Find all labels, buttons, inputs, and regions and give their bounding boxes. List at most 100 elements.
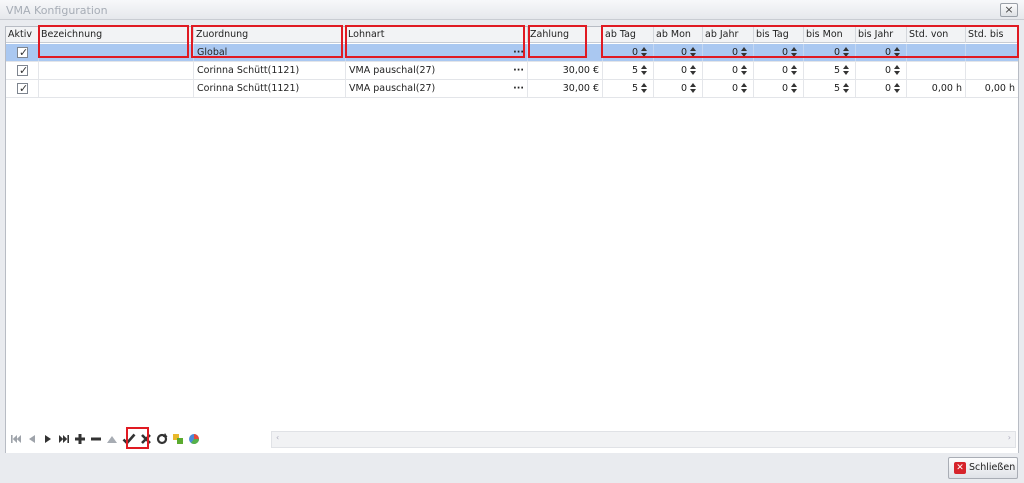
active-checkbox[interactable] <box>17 44 28 61</box>
std-bis-cell[interactable] <box>966 62 1018 79</box>
lohnart-cell[interactable]: VMA pauschal(27) ··· <box>346 80 528 97</box>
prev-icon[interactable] <box>26 433 38 445</box>
col-ab-tag[interactable]: ab Tag <box>603 27 654 43</box>
lohnart-cell[interactable]: VMA pauschal(27) ··· <box>346 62 528 79</box>
ab-tag-cell[interactable]: 5 <box>603 80 654 97</box>
std-bis-cell[interactable] <box>966 44 1018 61</box>
bis-tag-cell[interactable]: 0 <box>754 44 804 61</box>
bis-mon-value: 5 <box>833 83 840 94</box>
lohnart-cell[interactable]: ··· <box>346 44 528 61</box>
edit-icon[interactable] <box>106 433 118 445</box>
spinner-icon[interactable] <box>690 47 697 58</box>
col-zuordnung[interactable]: Zuordnung <box>194 27 346 43</box>
active-checkbox[interactable] <box>17 80 28 97</box>
last-icon[interactable] <box>58 433 70 445</box>
zahlung-cell[interactable] <box>528 44 603 61</box>
close-button[interactable]: ✕ Schließen <box>948 457 1018 479</box>
bis-mon-cell[interactable]: 5 <box>804 62 856 79</box>
horizontal-scrollbar[interactable]: ‹ › <box>271 431 1016 448</box>
zuordnung-cell[interactable]: Corinna Schütt(1121) <box>194 80 346 97</box>
std-von-cell[interactable] <box>907 62 966 79</box>
spinner-icon[interactable] <box>843 65 850 76</box>
ab-jahr-cell[interactable]: 0 <box>703 80 754 97</box>
col-bezeichnung[interactable]: Bezeichnung <box>39 27 194 43</box>
remove-icon[interactable] <box>90 433 102 445</box>
ab-mon-cell[interactable]: 0 <box>654 62 703 79</box>
bis-mon-cell[interactable]: 0 <box>804 44 856 61</box>
ab-tag-cell[interactable]: 0 <box>603 44 654 61</box>
copy-icon[interactable] <box>172 433 184 445</box>
ellipsis-icon[interactable]: ··· <box>513 62 524 79</box>
spinner-icon[interactable] <box>641 65 648 76</box>
col-bis-jahr[interactable]: bis Jahr <box>856 27 907 43</box>
col-zahlung[interactable]: Zahlung <box>528 27 603 43</box>
window-close-button[interactable]: × <box>1000 3 1018 17</box>
std-bis-cell[interactable]: 0,00 h <box>966 80 1018 97</box>
bezeichnung-cell[interactable] <box>39 62 194 79</box>
col-bis-tag[interactable]: bis Tag <box>754 27 804 43</box>
bis-tag-cell[interactable]: 0 <box>754 80 804 97</box>
col-std-bis[interactable]: Std. bis <box>966 27 1018 43</box>
spinner-icon[interactable] <box>741 65 748 76</box>
scroll-left-icon[interactable]: ‹ <box>276 433 279 442</box>
aktiv-cell[interactable] <box>6 44 39 61</box>
col-std-von[interactable]: Std. von <box>907 27 966 43</box>
spinner-icon[interactable] <box>843 47 850 58</box>
bezeichnung-cell[interactable] <box>39 80 194 97</box>
spinner-icon[interactable] <box>791 65 798 76</box>
col-ab-jahr[interactable]: ab Jahr <box>703 27 754 43</box>
zuordnung-cell[interactable]: Global <box>194 44 346 61</box>
refresh-icon[interactable] <box>156 433 168 445</box>
std-von-cell[interactable] <box>907 44 966 61</box>
scroll-right-icon[interactable]: › <box>1008 433 1011 442</box>
zuordnung-cell[interactable]: Corinna Schütt(1121) <box>194 62 346 79</box>
col-aktiv[interactable]: Aktiv <box>6 27 39 43</box>
table-row[interactable]: Corinna Schütt(1121) VMA pauschal(27) ···… <box>6 62 1018 80</box>
add-icon[interactable] <box>74 433 86 445</box>
spinner-icon[interactable] <box>741 83 748 94</box>
ab-tag-value: 5 <box>631 83 638 94</box>
aktiv-cell[interactable] <box>6 80 39 97</box>
spinner-icon[interactable] <box>894 83 901 94</box>
zahlung-cell[interactable]: 30,00 € <box>528 80 603 97</box>
ab-jahr-cell[interactable]: 0 <box>703 44 754 61</box>
table-row[interactable]: Corinna Schütt(1121) VMA pauschal(27) ···… <box>6 80 1018 98</box>
bezeichnung-cell[interactable] <box>39 44 194 61</box>
active-checkbox[interactable] <box>17 62 28 79</box>
ab-jahr-cell[interactable]: 0 <box>703 62 754 79</box>
ab-mon-cell[interactable]: 0 <box>654 44 703 61</box>
bis-jahr-cell[interactable]: 0 <box>856 80 907 97</box>
close-icon: ✕ <box>954 462 966 474</box>
spinner-icon[interactable] <box>690 83 697 94</box>
bis-tag-value: 0 <box>781 83 788 94</box>
spinner-icon[interactable] <box>894 65 901 76</box>
col-ab-mon[interactable]: ab Mon <box>654 27 703 43</box>
std-von-cell[interactable]: 0,00 h <box>907 80 966 97</box>
save-icon[interactable] <box>122 432 136 446</box>
spinner-icon[interactable] <box>690 65 697 76</box>
spinner-icon[interactable] <box>791 47 798 58</box>
cancel-icon[interactable] <box>140 433 152 445</box>
bis-jahr-cell[interactable]: 0 <box>856 44 907 61</box>
ellipsis-icon[interactable]: ··· <box>513 44 524 61</box>
aktiv-cell[interactable] <box>6 62 39 79</box>
spinner-icon[interactable] <box>641 83 648 94</box>
ellipsis-icon[interactable]: ··· <box>513 80 524 97</box>
bis-tag-cell[interactable]: 0 <box>754 62 804 79</box>
first-icon[interactable] <box>10 433 22 445</box>
zahlung-cell[interactable]: 30,00 € <box>528 62 603 79</box>
table-row[interactable]: Global ··· 0 0 0 0 0 0 <box>6 44 1018 62</box>
bis-jahr-cell[interactable]: 0 <box>856 62 907 79</box>
filter-icon[interactable] <box>188 433 200 445</box>
spinner-icon[interactable] <box>791 83 798 94</box>
spinner-icon[interactable] <box>641 47 648 58</box>
col-lohnart[interactable]: Lohnart <box>346 27 528 43</box>
spinner-icon[interactable] <box>894 47 901 58</box>
next-icon[interactable] <box>42 433 54 445</box>
col-bis-mon[interactable]: bis Mon <box>804 27 856 43</box>
bis-mon-cell[interactable]: 5 <box>804 80 856 97</box>
spinner-icon[interactable] <box>843 83 850 94</box>
ab-tag-cell[interactable]: 5 <box>603 62 654 79</box>
ab-mon-cell[interactable]: 0 <box>654 80 703 97</box>
spinner-icon[interactable] <box>741 47 748 58</box>
